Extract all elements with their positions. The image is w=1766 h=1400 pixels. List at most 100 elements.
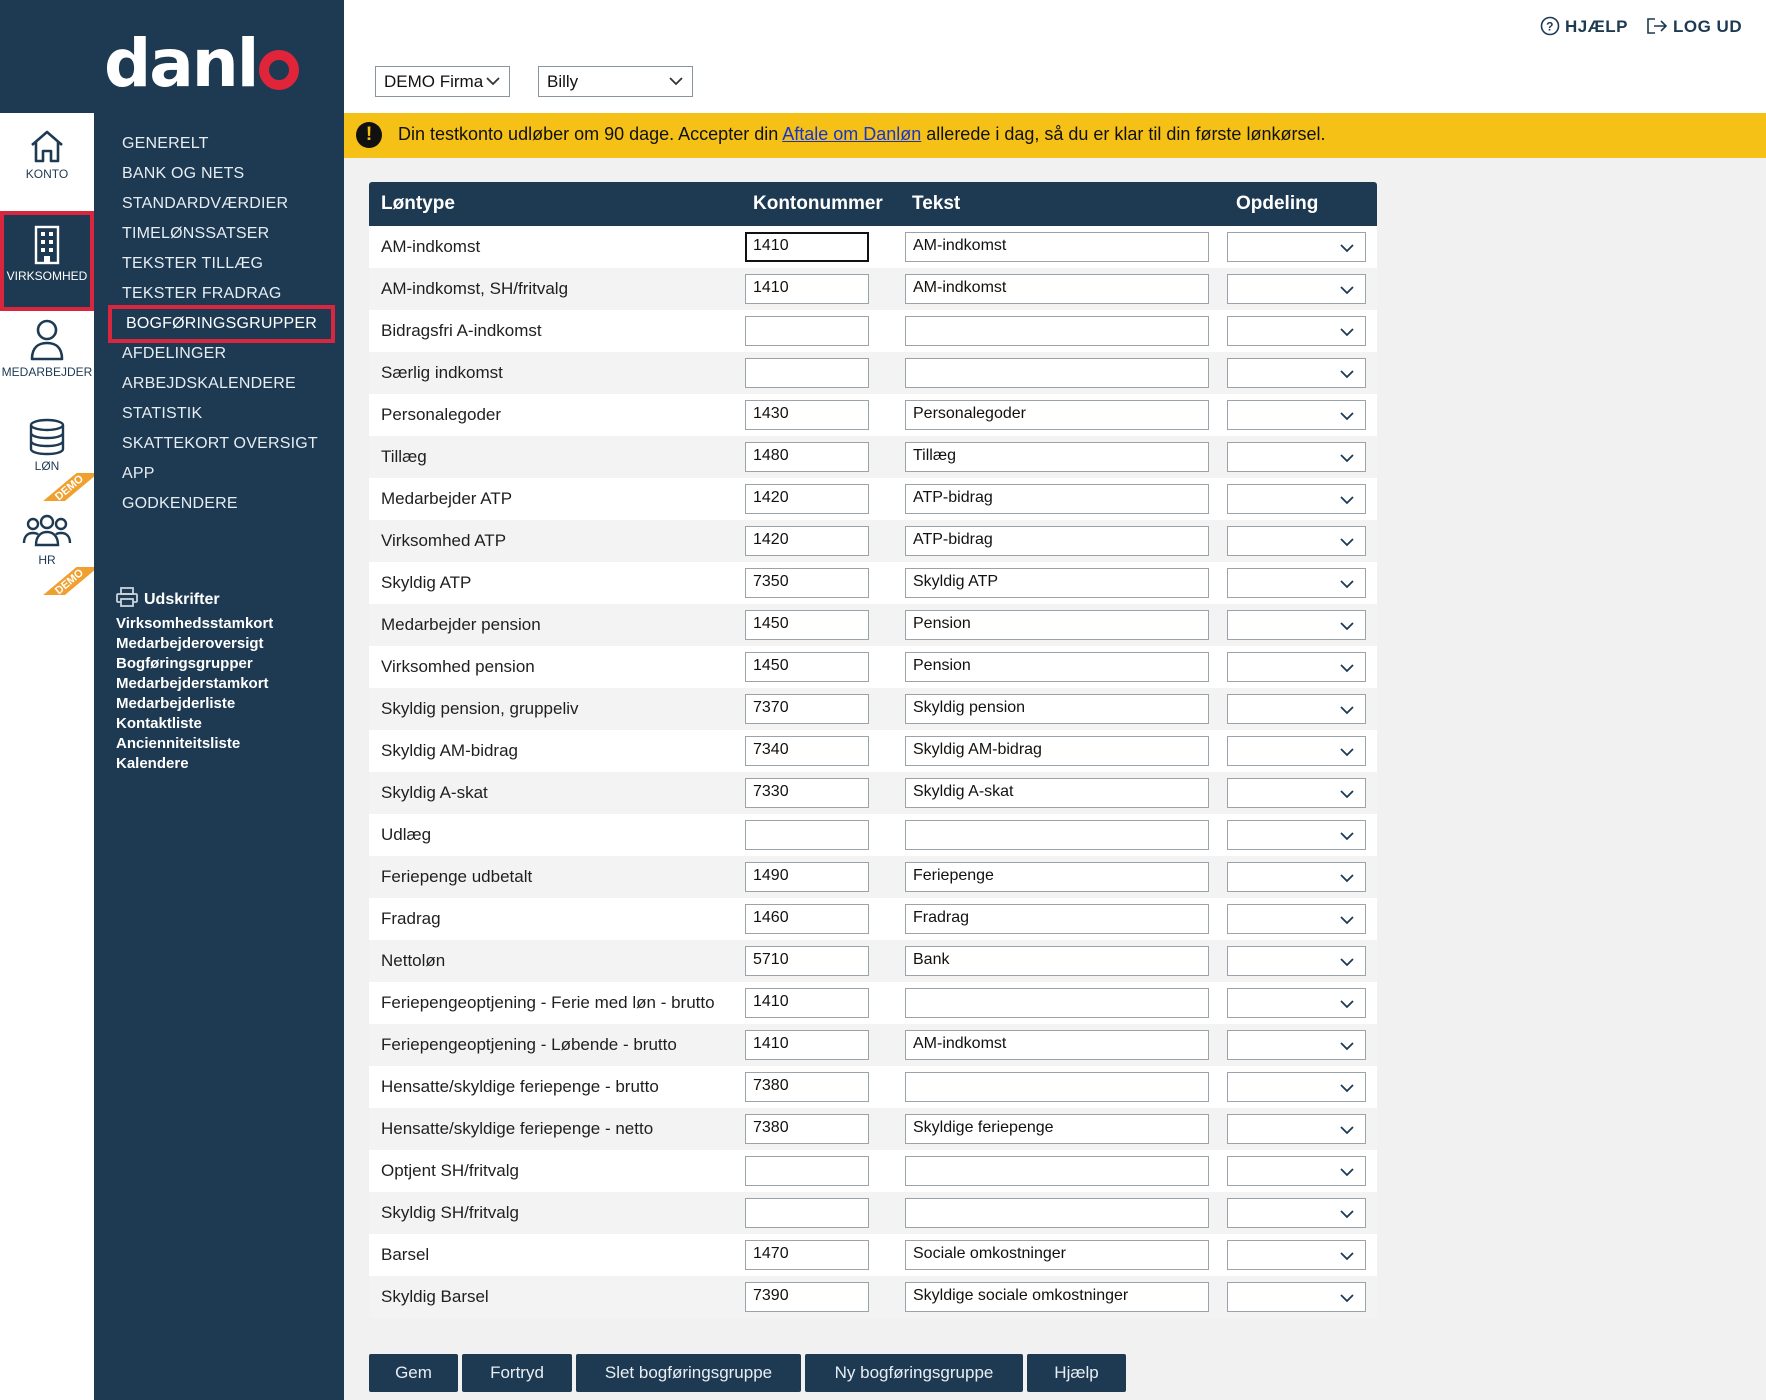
account-text-input[interactable]: Bank: [905, 946, 1209, 976]
split-select[interactable]: [1227, 736, 1366, 766]
agreement-link[interactable]: Aftale om Danløn: [782, 124, 921, 144]
account-text-input[interactable]: [905, 1156, 1209, 1186]
account-text-input[interactable]: ATP-bidrag: [905, 526, 1209, 556]
split-select[interactable]: [1227, 568, 1366, 598]
help-link[interactable]: ? HJÆLP: [1540, 16, 1628, 37]
account-number-input[interactable]: 1470: [745, 1240, 869, 1270]
account-text-input[interactable]: ATP-bidrag: [905, 484, 1209, 514]
account-number-input[interactable]: 1410: [745, 274, 869, 304]
split-select[interactable]: [1227, 652, 1366, 682]
account-number-input[interactable]: 1450: [745, 610, 869, 640]
split-select[interactable]: [1227, 1198, 1366, 1228]
account-text-input[interactable]: Pension: [905, 652, 1209, 682]
account-number-input[interactable]: [745, 1198, 869, 1228]
account-text-input[interactable]: Sociale omkostninger: [905, 1240, 1209, 1270]
nav-statistik[interactable]: STATISTIK: [122, 405, 202, 423]
account-text-input[interactable]: Feriepenge: [905, 862, 1209, 892]
split-select[interactable]: [1227, 1072, 1366, 1102]
account-text-input[interactable]: Skyldige sociale omkostninger: [905, 1282, 1209, 1312]
rail-item-medarbejder[interactable]: MEDARBEJDER: [0, 313, 94, 407]
nav-godkendere[interactable]: GODKENDERE: [122, 495, 238, 513]
account-text-input[interactable]: [905, 820, 1209, 850]
account-text-input[interactable]: AM-indkomst: [905, 232, 1209, 262]
split-select[interactable]: [1227, 904, 1366, 934]
rail-item-konto[interactable]: KONTO: [0, 127, 94, 221]
split-select[interactable]: [1227, 610, 1366, 640]
account-number-input[interactable]: 7380: [745, 1072, 869, 1102]
split-select[interactable]: [1227, 694, 1366, 724]
print-link-medarbejderstamkort[interactable]: Medarbejderstamkort: [116, 675, 269, 692]
new-group-button[interactable]: Ny bogføringsgruppe: [805, 1354, 1023, 1392]
user-select[interactable]: Billy: [538, 66, 693, 97]
nav-afdelinger[interactable]: AFDELINGER: [122, 345, 226, 363]
account-text-input[interactable]: [905, 1072, 1209, 1102]
nav-bogforingsgrupper[interactable]: BOGFØRINGSGRUPPER: [108, 305, 335, 343]
print-link-bogforingsgrupper[interactable]: Bogføringsgrupper: [116, 655, 253, 672]
account-text-input[interactable]: AM-indkomst: [905, 1030, 1209, 1060]
nav-app[interactable]: APP: [122, 465, 155, 483]
split-select[interactable]: [1227, 526, 1366, 556]
print-link-kontaktliste[interactable]: Kontaktliste: [116, 715, 202, 732]
split-select[interactable]: [1227, 1156, 1366, 1186]
account-number-input[interactable]: 1410: [745, 1030, 869, 1060]
split-select[interactable]: [1227, 358, 1366, 388]
account-number-input[interactable]: [745, 316, 869, 346]
account-number-input[interactable]: [745, 358, 869, 388]
account-text-input[interactable]: Skyldig A-skat: [905, 778, 1209, 808]
delete-group-button[interactable]: Slet bogføringsgruppe: [576, 1354, 801, 1392]
rail-item-virksomhed[interactable]: VIRKSOMHED: [0, 211, 94, 311]
account-text-input[interactable]: Pension: [905, 610, 1209, 640]
account-number-input[interactable]: 1460: [745, 904, 869, 934]
cancel-button[interactable]: Fortryd: [462, 1354, 572, 1392]
split-select[interactable]: [1227, 442, 1366, 472]
account-text-input[interactable]: AM-indkomst: [905, 274, 1209, 304]
nav-generelt[interactable]: GENERELT: [122, 135, 209, 153]
split-select[interactable]: [1227, 862, 1366, 892]
account-number-input[interactable]: 1420: [745, 484, 869, 514]
account-text-input[interactable]: [905, 1198, 1209, 1228]
account-text-input[interactable]: Skyldige feriepenge: [905, 1114, 1209, 1144]
account-text-input[interactable]: Tillæg: [905, 442, 1209, 472]
nav-tekster-fradrag[interactable]: TEKSTER FRADRAG: [122, 285, 281, 303]
nav-arbejdskalendere[interactable]: ARBEJDSKALENDERE: [122, 375, 296, 393]
account-text-input[interactable]: Personalegoder: [905, 400, 1209, 430]
print-link-kalendere[interactable]: Kalendere: [116, 755, 189, 772]
account-number-input[interactable]: 7380: [745, 1114, 869, 1144]
account-text-input[interactable]: Skyldig ATP: [905, 568, 1209, 598]
rail-item-hr[interactable]: HR DEMO: [0, 501, 94, 595]
split-select[interactable]: [1227, 1240, 1366, 1270]
nav-bank-og-nets[interactable]: BANK OG NETS: [122, 165, 244, 183]
split-select[interactable]: [1227, 484, 1366, 514]
account-text-input[interactable]: [905, 316, 1209, 346]
account-number-input[interactable]: 1490: [745, 862, 869, 892]
account-number-input[interactable]: [745, 820, 869, 850]
account-number-input[interactable]: 1420: [745, 526, 869, 556]
print-link-ancienniteitsliste[interactable]: Ancienniteitsliste: [116, 735, 240, 752]
nav-tekster-tillaeg[interactable]: TEKSTER TILLÆG: [122, 255, 263, 273]
account-number-input[interactable]: 7390: [745, 1282, 869, 1312]
account-number-input[interactable]: 7370: [745, 694, 869, 724]
account-number-input[interactable]: 5710: [745, 946, 869, 976]
print-link-medarbejderliste[interactable]: Medarbejderliste: [116, 695, 235, 712]
split-select[interactable]: [1227, 1030, 1366, 1060]
account-number-input[interactable]: 1450: [745, 652, 869, 682]
nav-skattekort-oversigt[interactable]: SKATTEKORT OVERSIGT: [122, 435, 318, 453]
split-select[interactable]: [1227, 400, 1366, 430]
split-select[interactable]: [1227, 316, 1366, 346]
print-link-virksomhedsstamkort[interactable]: Virksomhedsstamkort: [116, 615, 273, 632]
save-button[interactable]: Gem: [369, 1354, 458, 1392]
nav-timelonssatser[interactable]: TIMELØNSSATSER: [122, 225, 269, 243]
account-number-input[interactable]: [745, 1156, 869, 1186]
logout-link[interactable]: LOG UD: [1646, 16, 1742, 37]
account-number-input[interactable]: 7340: [745, 736, 869, 766]
split-select[interactable]: [1227, 988, 1366, 1018]
split-select[interactable]: [1227, 1282, 1366, 1312]
rail-item-lon[interactable]: LØN DEMO: [0, 407, 94, 501]
account-number-input[interactable]: 1410: [745, 988, 869, 1018]
account-number-input[interactable]: 1430: [745, 400, 869, 430]
account-text-input[interactable]: Fradrag: [905, 904, 1209, 934]
account-text-input[interactable]: Skyldig AM-bidrag: [905, 736, 1209, 766]
company-select[interactable]: DEMO Firma: [375, 66, 510, 97]
account-number-input[interactable]: 7330: [745, 778, 869, 808]
split-select[interactable]: [1227, 274, 1366, 304]
